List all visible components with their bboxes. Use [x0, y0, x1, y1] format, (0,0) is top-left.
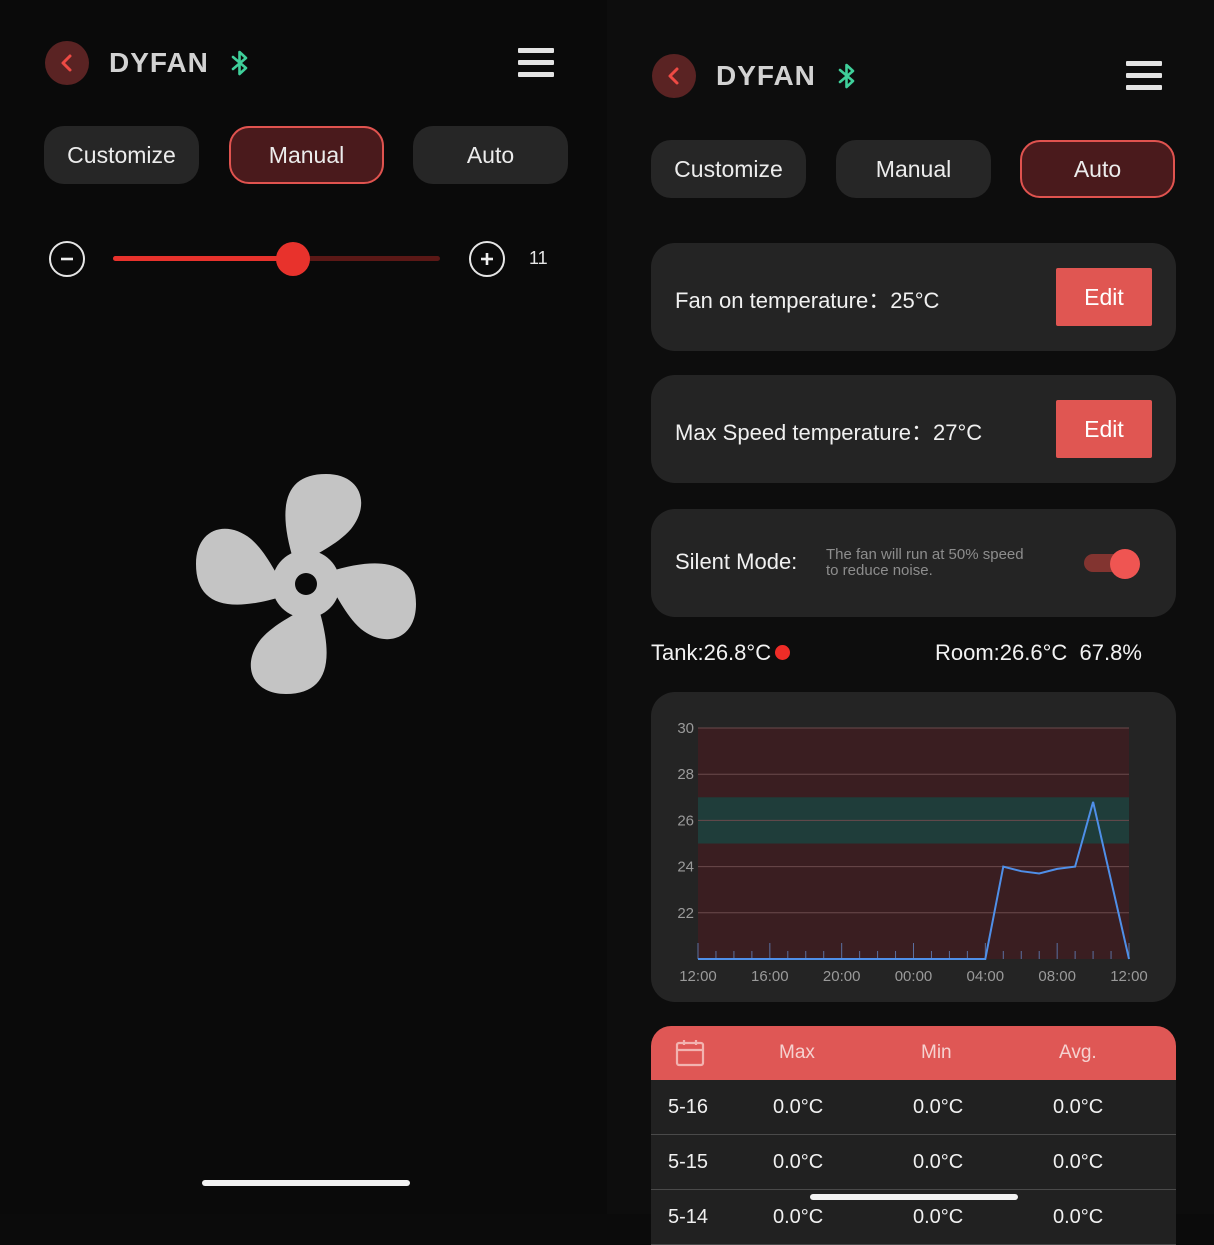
header-max: Max [779, 1042, 815, 1063]
hamburger-menu-icon[interactable] [1126, 61, 1162, 91]
temperature-chart: 22 24 26 28 30 12:00 16:00 20:00 00:00 04:00 08:00… [677, 720, 1148, 985]
tab-manual[interactable]: Manual [836, 140, 991, 198]
manual-mode-screen: DYFAN Customize Manual Auto 11 [0, 0, 607, 1214]
app-title: DYFAN [109, 47, 209, 78]
back-button[interactable] [652, 54, 696, 98]
fan-on-temperature-card: Fan on temperature：25°C Edit [651, 243, 1176, 351]
tab-auto[interactable]: Auto [413, 126, 568, 184]
y-tick-label: 30 [677, 720, 694, 737]
y-tick-label: 22 [677, 905, 694, 922]
toggle-thumb [1110, 549, 1140, 579]
tab-auto[interactable]: Auto [1020, 140, 1175, 198]
temperature-stats-table: Max Min Avg. 5-16 0.0°C 0.0°C 0.0°C 5-15… [651, 1026, 1176, 1245]
back-chevron-icon [61, 54, 72, 72]
table-header: Max Min Avg. [651, 1026, 1176, 1080]
increase-speed-button[interactable] [469, 241, 505, 277]
speed-slider-fill [113, 256, 293, 261]
minus-icon [61, 257, 73, 261]
silent-mode-description: The fan will run at 50% speed to reduce … [826, 546, 1024, 579]
row-avg: 0.0°C [1053, 1150, 1104, 1173]
back-button[interactable] [45, 41, 89, 85]
table-row[interactable]: 5-15 0.0°C 0.0°C 0.0°C [651, 1135, 1176, 1190]
tab-customize[interactable]: Customize [651, 140, 806, 198]
x-tick-label: 04:00 [967, 968, 1005, 985]
x-tick-label: 20:00 [823, 968, 861, 985]
y-tick-label: 26 [677, 812, 694, 829]
row-avg: 0.0°C [1053, 1095, 1104, 1118]
tank-status-dot [775, 644, 791, 660]
header-avg: Avg. [1059, 1042, 1097, 1063]
silent-mode-toggle[interactable] [1084, 549, 1140, 579]
row-max: 0.0°C [773, 1095, 824, 1118]
max-speed-temperature-label: Max Speed temperature：27°C [675, 420, 983, 445]
x-tick-label: 12:00 [1110, 968, 1148, 985]
calendar-icon[interactable] [675, 1039, 705, 1067]
edit-max-speed-button[interactable]: Edit [1056, 400, 1152, 458]
home-indicator [202, 1180, 410, 1186]
tank-temperature: Tank:26.8°C [651, 640, 791, 666]
speed-slider-thumb[interactable] [275, 242, 310, 276]
row-min: 0.0°C [913, 1095, 964, 1118]
temperature-chart-card: 22 24 26 28 30 12:00 16:00 20:00 00:00 04:00 08:00… [651, 692, 1176, 1002]
x-tick-label: 08:00 [1038, 968, 1076, 985]
y-tick-label: 24 [677, 859, 694, 876]
bluetooth-icon [231, 50, 248, 76]
auto-mode-screen: DYFAN Customize Manual Auto Fan on tempe… [607, 0, 1214, 1245]
header-min: Min [921, 1042, 952, 1063]
x-tick-label: 16:00 [751, 968, 789, 985]
fan-on-temperature-label: Fan on temperature：25°C [675, 288, 940, 313]
edit-fan-on-button[interactable]: Edit [1056, 268, 1152, 326]
x-tick-label: 12:00 [679, 968, 717, 985]
speed-value: 11 [529, 248, 548, 268]
fan-icon [196, 474, 416, 694]
row-date: 5-16 [668, 1095, 709, 1118]
silent-mode-card: Silent Mode: The fan will run at 50% spe… [651, 509, 1176, 617]
plus-icon [481, 253, 493, 265]
tab-manual[interactable]: Manual [229, 126, 384, 184]
silent-mode-label: Silent Mode: [675, 549, 798, 574]
row-date: 5-15 [668, 1150, 709, 1173]
row-avg: 0.0°C [1053, 1205, 1104, 1228]
max-speed-temperature-card: Max Speed temperature：27°C Edit [651, 375, 1176, 483]
y-tick-label: 28 [677, 766, 694, 783]
row-max: 0.0°C [773, 1150, 824, 1173]
tank-temperature-value: Tank:26.8°C [651, 640, 772, 665]
room-readout: Room:26.6°C 67.8% [935, 640, 1142, 665]
bluetooth-icon [838, 63, 855, 89]
hamburger-menu-icon[interactable] [518, 48, 554, 78]
decrease-speed-button[interactable] [49, 241, 85, 277]
home-indicator [810, 1194, 1018, 1200]
x-tick-label: 00:00 [895, 968, 933, 985]
app-title: DYFAN [716, 60, 816, 91]
row-date: 5-14 [668, 1205, 709, 1228]
row-min: 0.0°C [913, 1150, 964, 1173]
back-chevron-icon [668, 67, 679, 85]
table-row[interactable]: 5-16 0.0°C 0.0°C 0.0°C [651, 1080, 1176, 1135]
tab-customize[interactable]: Customize [44, 126, 199, 184]
